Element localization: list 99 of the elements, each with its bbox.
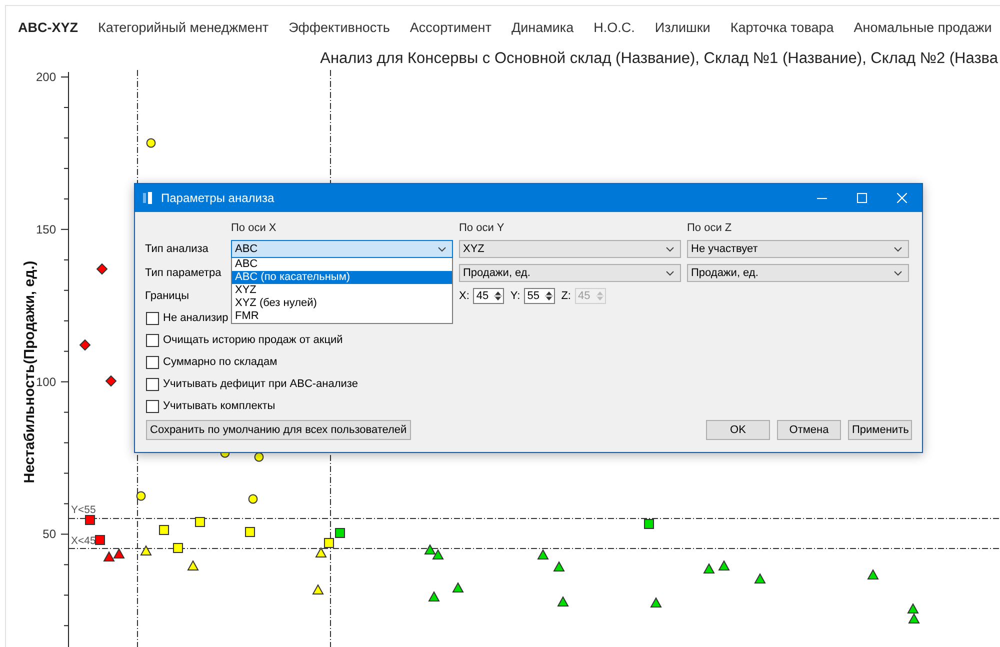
data-point bbox=[195, 517, 205, 527]
checkbox-label[interactable]: Очищать историю продаж от акций bbox=[163, 334, 343, 346]
data-point bbox=[113, 548, 125, 558]
dropdown-field[interactable]: Не участвует bbox=[687, 240, 909, 258]
data-point bbox=[146, 138, 156, 148]
number-spinner[interactable]: 55 bbox=[524, 288, 556, 304]
spin-arrows-icon bbox=[545, 290, 554, 302]
dropdown-field[interactable]: Продажи, ед. bbox=[459, 264, 681, 282]
data-point bbox=[703, 562, 715, 574]
dropdown-field[interactable]: Продажи, ед. bbox=[687, 264, 909, 282]
dropdown-option[interactable]: FMR bbox=[232, 310, 452, 323]
data-point bbox=[867, 568, 879, 580]
dropdown-option[interactable]: XYZ bbox=[232, 284, 452, 297]
dropdown-field[interactable]: ABC bbox=[231, 240, 453, 258]
close-icon bbox=[897, 193, 907, 203]
bound-label: Y: bbox=[510, 290, 520, 302]
chevron-down-icon bbox=[894, 270, 902, 276]
dialog-button[interactable]: Сохранить по умолчанию для всех пользователей bbox=[146, 420, 411, 440]
checkbox[interactable] bbox=[146, 400, 159, 412]
chevron-down-icon bbox=[666, 246, 674, 252]
data-point bbox=[96, 263, 108, 275]
nav-tab[interactable]: Категорийный менеджмент bbox=[98, 20, 269, 34]
nav-tab[interactable]: Карточка товара bbox=[730, 20, 834, 34]
dropdown-option[interactable]: ABC bbox=[232, 258, 452, 271]
data-point bbox=[537, 548, 549, 560]
spin-arrows-icon bbox=[494, 290, 502, 302]
checkbox-label[interactable]: Учитывать дефицит при ABC-анализе bbox=[163, 378, 358, 390]
data-point bbox=[173, 543, 183, 553]
data-point bbox=[557, 596, 569, 606]
nav-tab[interactable]: Н.О.С. bbox=[594, 20, 635, 34]
data-point bbox=[315, 546, 327, 558]
data-point bbox=[452, 582, 464, 592]
row-label: Тип параметра bbox=[145, 267, 222, 279]
data-point bbox=[424, 544, 436, 554]
nav-tab[interactable]: Излишки bbox=[654, 20, 710, 34]
data-point bbox=[103, 550, 115, 562]
bound-label: X: bbox=[459, 290, 470, 302]
checkbox-label[interactable]: Учитывать комплекты bbox=[163, 400, 276, 412]
dialog-button[interactable]: Применить bbox=[848, 420, 912, 440]
checkbox-label[interactable]: Не анализир bbox=[163, 312, 228, 324]
data-point bbox=[432, 548, 444, 560]
data-point bbox=[335, 528, 345, 538]
checkbox[interactable] bbox=[146, 334, 159, 346]
y-tick-label: 150 bbox=[36, 222, 56, 236]
data-point bbox=[650, 596, 662, 608]
data-point bbox=[136, 491, 146, 501]
data-point bbox=[312, 584, 324, 594]
checkbox-label[interactable]: Суммарно по складам bbox=[163, 356, 278, 368]
data-point bbox=[85, 515, 95, 525]
nav-tab[interactable]: ABC-XYZ bbox=[18, 20, 78, 34]
checkbox[interactable] bbox=[146, 378, 159, 390]
checkbox[interactable] bbox=[146, 312, 159, 324]
chevron-down-icon bbox=[666, 270, 674, 276]
y-tick-label: 200 bbox=[36, 70, 56, 84]
data-point bbox=[105, 375, 117, 387]
dialog-button[interactable]: OK bbox=[706, 420, 770, 440]
dropdown-field[interactable]: XYZ bbox=[459, 240, 681, 258]
data-point bbox=[95, 535, 105, 545]
nav-tab[interactable]: Ассортимент bbox=[410, 20, 492, 34]
number-spinner[interactable]: 45 bbox=[473, 288, 504, 304]
chevron-down-icon bbox=[894, 246, 902, 252]
dropdown-option[interactable]: XYZ (без нулей) bbox=[232, 297, 452, 310]
spin-arrows-icon bbox=[596, 290, 604, 302]
nav-tab[interactable]: Эффективность bbox=[288, 20, 390, 34]
y-tick-label: 100 bbox=[36, 374, 56, 389]
data-point bbox=[324, 538, 334, 548]
threshold-label: X<45 bbox=[71, 535, 96, 547]
nav-tab[interactable]: Аномальные продажи bbox=[854, 20, 992, 34]
app-icon bbox=[143, 192, 153, 204]
row-label: Границы bbox=[145, 290, 190, 302]
data-point bbox=[159, 525, 169, 535]
data-point bbox=[644, 519, 654, 529]
chart-title: Анализ для Консервы с Основной склад (Название), Склад №1 (Название), Склад №2 (Назва bbox=[320, 50, 998, 68]
data-point bbox=[428, 590, 440, 602]
y-axis-title: Нестабильность(Продажи, ед.) bbox=[22, 260, 38, 484]
data-point bbox=[754, 572, 766, 584]
row-label: Тип анализа bbox=[145, 243, 210, 255]
data-point bbox=[718, 560, 730, 570]
data-point bbox=[248, 494, 258, 504]
data-point bbox=[79, 339, 91, 351]
data-point bbox=[907, 602, 919, 614]
data-point bbox=[908, 612, 920, 624]
y-tick-label: 50 bbox=[42, 527, 56, 542]
maximize-icon bbox=[857, 193, 867, 203]
data-point bbox=[187, 560, 199, 570]
data-point bbox=[245, 527, 255, 537]
dialog-button[interactable]: Отмена bbox=[777, 420, 841, 440]
data-point bbox=[140, 544, 152, 556]
threshold-label: Y<55 bbox=[71, 504, 96, 516]
dropdown-option[interactable]: ABC (по касательным) bbox=[232, 271, 452, 284]
dialog-title: Параметры анализа bbox=[161, 191, 274, 205]
nav-tab[interactable]: Динамика bbox=[511, 20, 574, 34]
data-point bbox=[553, 560, 565, 572]
checkbox[interactable] bbox=[146, 356, 159, 368]
chevron-down-icon bbox=[438, 246, 446, 252]
column-header: По оси X bbox=[231, 222, 278, 235]
column-header: По оси Y bbox=[459, 222, 506, 235]
bound-label: Z: bbox=[561, 290, 571, 302]
column-header: По оси Z bbox=[687, 222, 733, 235]
